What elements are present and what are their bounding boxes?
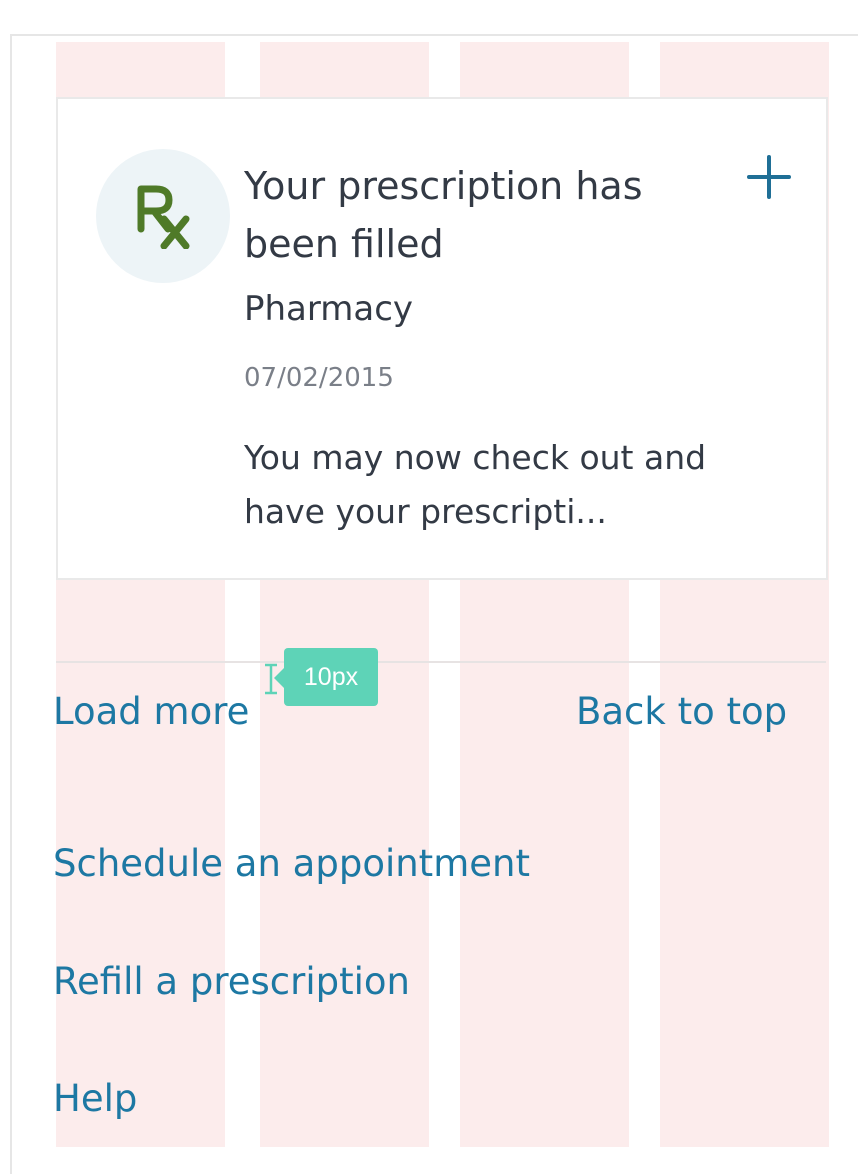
notification-title: Your prescription has been filled (244, 164, 643, 266)
schedule-appointment-link[interactable]: Schedule an appointment (53, 842, 530, 885)
notification-card[interactable]: Your prescription has been filled Pharma… (56, 97, 828, 580)
notification-body: You may now check out and have your pres… (244, 438, 707, 531)
help-link[interactable]: Help (53, 1077, 137, 1120)
load-more-link[interactable]: Load more (53, 690, 249, 733)
notification-date: 07/02/2015 (244, 363, 394, 393)
divider (56, 661, 826, 663)
avatar (96, 149, 230, 283)
notification-source: Pharmacy (244, 289, 414, 329)
back-to-top-link[interactable]: Back to top (576, 690, 787, 733)
plus-icon[interactable] (746, 154, 792, 200)
refill-prescription-link[interactable]: Refill a prescription (53, 960, 410, 1003)
spacing-tooltip: 10px (274, 648, 378, 706)
rx-icon (137, 185, 190, 249)
